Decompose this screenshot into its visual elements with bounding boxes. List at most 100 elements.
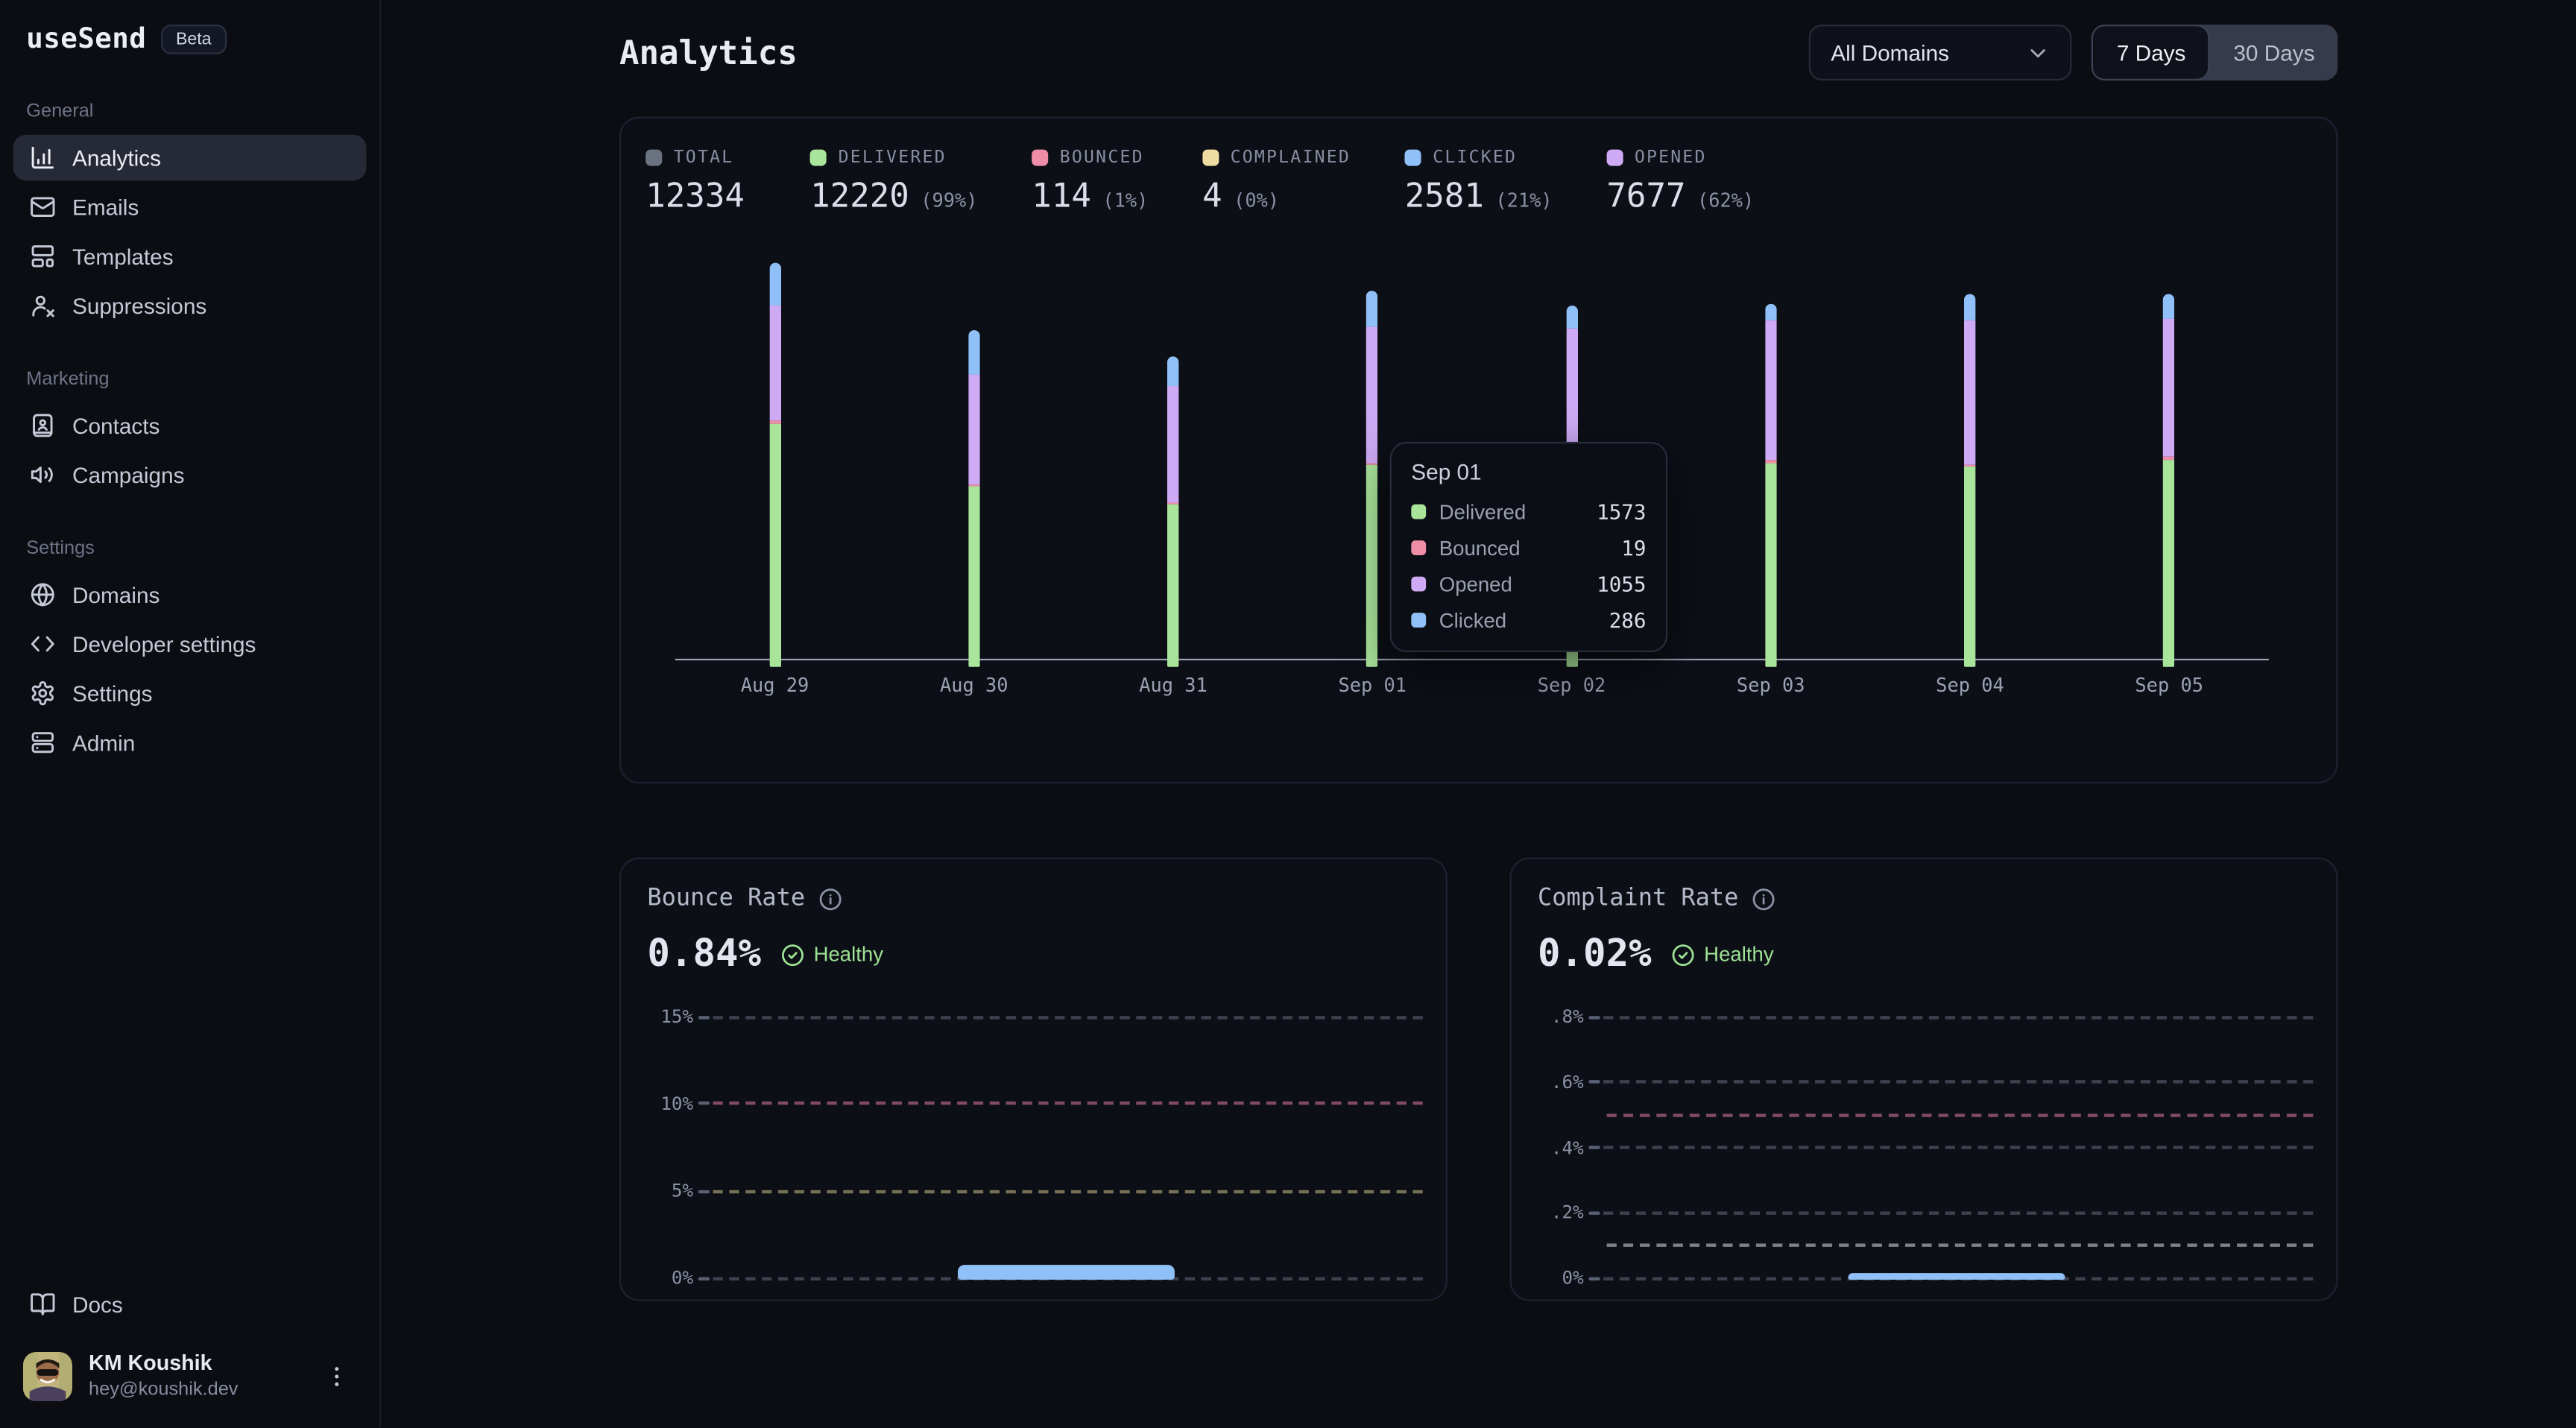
bar-segment-clicked (1566, 306, 1577, 329)
user-x-icon (30, 292, 56, 318)
domain-filter-select[interactable]: All Domains (1810, 25, 2073, 80)
main-content: Analytics All Domains 7 Days 30 Days TOT… (381, 0, 2576, 1427)
sidebar-item-label: Contacts (72, 413, 160, 437)
y-tick: 5% (647, 1181, 693, 1202)
sidebar-item-templates[interactable]: Templates (13, 233, 367, 279)
stat-clicked: CLICKED 2581(21%) (1405, 148, 1553, 215)
info-icon[interactable] (1752, 886, 1776, 911)
threshold-gridline (713, 1190, 1423, 1192)
sidebar-item-admin[interactable]: Admin (13, 719, 367, 765)
complaint-rate-bar[interactable] (1849, 1273, 2065, 1280)
stat-swatch (645, 150, 662, 166)
y-tick: 10% (647, 1093, 693, 1115)
swatch (1411, 505, 1426, 519)
tooltip-title: Sep 01 (1411, 460, 1646, 484)
stat-swatch (1202, 150, 1219, 166)
bar-segment-delivered (1167, 505, 1178, 667)
app-root: useSend Beta General Analytics Emails Te… (0, 0, 2576, 1427)
sidebar-item-suppressions[interactable]: Suppressions (13, 282, 367, 329)
user-menu[interactable]: KM Koushik hey@koushik.dev (13, 1345, 367, 1408)
user-name: KM Koushik (89, 1351, 238, 1378)
code-icon (30, 631, 56, 657)
info-icon[interactable] (818, 886, 843, 911)
logo-row: useSend Beta (0, 23, 379, 56)
check-circle-icon (780, 942, 805, 967)
bar-segment-delivered (1964, 467, 1975, 667)
sidebar-item-emails[interactable]: Emails (13, 184, 367, 230)
sidebar-item-analytics[interactable]: Analytics (13, 135, 367, 181)
bounce-status-badge: Healthy (780, 942, 883, 967)
x-axis-label: Sep 04 (1936, 674, 2004, 697)
bar-sep-03[interactable] (1765, 304, 1776, 666)
sidebar-item-label: Campaigns (72, 462, 185, 487)
sidebar-item-label: Templates (72, 244, 174, 268)
stat-opened: OPENED 7677(62%) (1606, 148, 1754, 215)
gridline (1603, 1146, 2313, 1149)
bar-segment-opened (1964, 320, 1975, 465)
sidebar: useSend Beta General Analytics Emails Te… (0, 0, 381, 1427)
tooltip-row-bounced: Bounced19 (1411, 536, 1646, 560)
x-axis-label: Sep 02 (1538, 674, 1606, 697)
gridline (1603, 1211, 2313, 1214)
sidebar-item-settings[interactable]: Settings (13, 670, 367, 716)
sidebar-item-domains[interactable]: Domains (13, 572, 367, 618)
stat-swatch (1606, 150, 1623, 166)
kebab-menu-icon[interactable] (317, 1356, 356, 1396)
sidebar-item-label: Admin (72, 730, 135, 755)
complaint-rate-card: Complaint Rate 0.02% Healthy .8% .6% .4%… (1510, 858, 2338, 1301)
threshold-gridline (713, 1102, 1423, 1105)
bar-sep-05[interactable] (2163, 294, 2174, 666)
bar-aug-31[interactable] (1167, 356, 1178, 667)
bar-segment-delivered (1765, 462, 1776, 666)
megaphone-icon (30, 461, 56, 487)
beta-badge: Beta (161, 25, 226, 54)
range-7-days-button[interactable]: 7 Days (2092, 25, 2211, 80)
stat-bounced: BOUNCED 114(1%) (1032, 148, 1148, 215)
chart-tooltip: Sep 01 Delivered1573 Bounced19 Opened105… (1390, 442, 1667, 652)
bar-segment-opened (769, 305, 780, 420)
sidebar-item-developer-settings[interactable]: Developer settings (13, 621, 367, 667)
range-30-days-button[interactable]: 30 Days (2211, 25, 2338, 80)
layout-template-icon (30, 243, 56, 269)
y-tick: .8% (1538, 1006, 1584, 1028)
section-label-settings: Settings (26, 539, 353, 558)
bar-sep-04[interactable] (1964, 294, 1975, 666)
sidebar-item-docs[interactable]: Docs (13, 1282, 367, 1328)
bar-segment-opened (1167, 385, 1178, 502)
x-axis-labels: Aug 29Aug 30Aug 31Sep 01Sep 02Sep 03Sep … (675, 674, 2269, 700)
bar-segment-opened (968, 373, 979, 484)
section-label-general: General (26, 102, 353, 121)
chevron-down-icon (2027, 40, 2051, 65)
bar-segment-delivered (1367, 465, 1378, 667)
threshold-gridline (1607, 1113, 2314, 1116)
bar-aug-29[interactable] (769, 263, 780, 667)
bar-sep-01[interactable] (1367, 291, 1378, 667)
bar-segment-clicked (1765, 304, 1776, 320)
globe-icon (30, 581, 56, 607)
sidebar-item-contacts[interactable]: Contacts (13, 402, 367, 449)
sidebar-item-label: Developer settings (72, 631, 256, 656)
x-axis-line (675, 659, 2269, 660)
avatar (23, 1351, 72, 1400)
complaint-rate-chart: .8% .6% .4% .2% 0% (1538, 1017, 2313, 1277)
contact-book-icon (30, 412, 56, 438)
gear-icon (30, 680, 56, 706)
bar-aug-30[interactable] (968, 330, 979, 667)
sidebar-item-label: Settings (72, 681, 153, 706)
stat-swatch (810, 150, 827, 166)
sidebar-item-label: Analytics (72, 145, 161, 170)
gridline (713, 1015, 1423, 1018)
sidebar-item-campaigns[interactable]: Campaigns (13, 452, 367, 498)
bar-segment-clicked (968, 330, 979, 374)
bar-segment-delivered (769, 423, 780, 667)
x-axis-label: Aug 29 (741, 674, 809, 697)
gridline (1603, 1081, 2313, 1084)
bar-segment-clicked (2163, 294, 2174, 319)
tooltip-row-opened: Opened1055 (1411, 572, 1646, 596)
email-events-chart-card: TOTAL 12334 DELIVERED 12220(99%) BOUNCED… (619, 116, 2337, 783)
y-tick: 0% (647, 1267, 693, 1289)
swatch (1411, 577, 1426, 592)
bounce-rate-title: Bounce Rate (647, 885, 805, 912)
bounce-rate-bar[interactable] (958, 1265, 1174, 1280)
x-axis-label: Sep 01 (1338, 674, 1407, 697)
